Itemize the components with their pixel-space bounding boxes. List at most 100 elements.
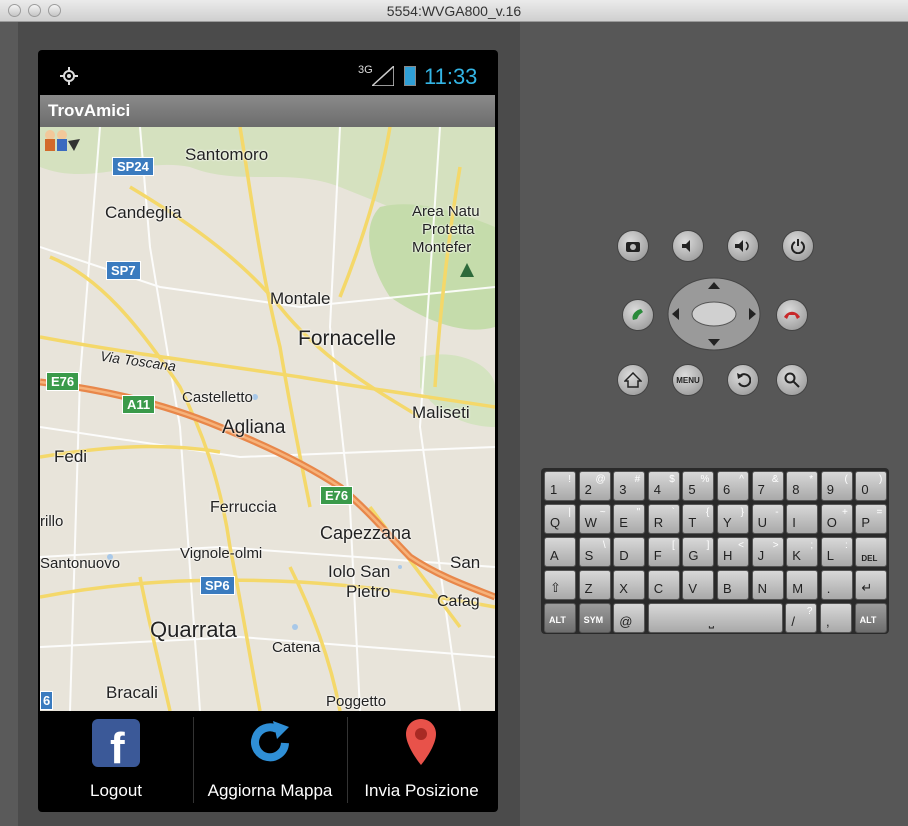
key-h[interactable]: H < xyxy=(717,537,749,567)
emulator-window: 5554:WVGA800_v.16 3G 11:33 TrovAmici San… xyxy=(0,0,908,826)
refresh-icon xyxy=(251,721,289,762)
window-title: 5554:WVGA800_v.16 xyxy=(386,3,522,19)
menu-button[interactable]: MENU xyxy=(672,364,704,396)
key-r[interactable]: R ` xyxy=(647,504,680,534)
key-alt[interactable]: ALT xyxy=(854,603,887,633)
send-position-label: Invia Posizione xyxy=(364,781,479,800)
key-space[interactable]: ⎵ xyxy=(647,603,783,633)
map-label: Fedi xyxy=(54,447,88,466)
search-icon xyxy=(784,372,800,388)
road-shield: SP24 xyxy=(112,157,154,176)
key-l[interactable]: L: xyxy=(820,537,853,567)
volume-down-icon xyxy=(682,240,690,252)
back-button[interactable] xyxy=(727,364,759,396)
dpad[interactable] xyxy=(666,276,762,352)
road-shield: E76 xyxy=(46,372,80,391)
map-label: Catena xyxy=(272,639,321,656)
key-x[interactable]: X xyxy=(613,570,646,600)
search-button[interactable] xyxy=(776,364,808,396)
key-n[interactable]: N xyxy=(751,570,784,600)
key-m[interactable]: M xyxy=(786,570,819,600)
power-button[interactable] xyxy=(782,230,814,262)
key-9[interactable]: 9( xyxy=(820,471,853,501)
map-label: San xyxy=(450,553,481,572)
key-↵[interactable]: ↵ xyxy=(855,570,888,600)
key-7[interactable]: 7 & xyxy=(751,471,784,501)
emulator-controls-panel xyxy=(520,22,908,826)
battery-icon xyxy=(404,66,416,86)
gps-icon xyxy=(60,67,78,85)
volume-up-button[interactable] xyxy=(727,230,759,262)
road-shield: E76 xyxy=(320,486,354,505)
key-⇧[interactable]: ⇧ xyxy=(544,570,576,600)
friends-marker-icon[interactable] xyxy=(40,127,80,153)
key-f[interactable]: F[ xyxy=(647,537,680,567)
camera-button[interactable] xyxy=(617,230,649,262)
key-a[interactable]: A xyxy=(544,537,576,567)
key-d[interactable]: D xyxy=(613,537,646,567)
key-o[interactable]: O + xyxy=(820,504,853,534)
key-4[interactable]: 4 $ xyxy=(647,471,680,501)
volume-down-button[interactable] xyxy=(672,230,704,262)
refresh-map-label: Aggiorna Mappa xyxy=(207,781,333,800)
logout-button[interactable]: f Logout xyxy=(40,711,192,809)
map-label: Vignole-olmi xyxy=(180,545,263,562)
svg-text:f: f xyxy=(110,724,125,767)
key-del[interactable]: DEL xyxy=(855,537,888,567)
key-.[interactable]: . xyxy=(820,570,853,600)
volume-up-icon xyxy=(735,240,749,252)
map-label: Poggetto xyxy=(326,693,387,710)
key-g[interactable]: G] xyxy=(682,537,715,567)
app-title: TrovAmici xyxy=(48,101,131,120)
key-0[interactable]: 0) xyxy=(855,471,888,501)
key-q[interactable]: Q | xyxy=(544,504,576,534)
key-j[interactable]: J > xyxy=(751,537,784,567)
key-3[interactable]: 3 # xyxy=(613,471,646,501)
key-p[interactable]: P = xyxy=(855,504,888,534)
key-2[interactable]: 2 @ xyxy=(578,471,611,501)
map-label: Montefer xyxy=(412,239,472,256)
refresh-map-button[interactable]: Aggiorna Mappa xyxy=(194,711,346,809)
map-label: Montale xyxy=(270,289,331,308)
key-e[interactable]: E " xyxy=(613,504,646,534)
back-icon xyxy=(737,373,751,388)
key-t[interactable]: T{ xyxy=(682,504,715,534)
key-v[interactable]: V xyxy=(682,570,715,600)
map-view[interactable]: Santomoro Candeglia Area Natu Protetta M… xyxy=(40,127,495,711)
key-,[interactable]: , xyxy=(820,603,852,633)
key-5[interactable]: 5% xyxy=(682,471,715,501)
home-icon xyxy=(624,372,642,388)
facebook-icon: f xyxy=(92,719,140,767)
key-w[interactable]: W ~ xyxy=(578,504,611,534)
call-button[interactable] xyxy=(622,299,654,331)
key-b[interactable]: B xyxy=(717,570,749,600)
key-@[interactable]: @ xyxy=(613,603,646,633)
map-label: Castelletto xyxy=(182,389,253,406)
home-button[interactable] xyxy=(617,364,649,396)
key-z[interactable]: Z xyxy=(578,570,611,600)
map-label: Cafag xyxy=(437,593,480,610)
key-8[interactable]: 8 * xyxy=(786,471,819,501)
key-/[interactable]: /? xyxy=(785,603,818,633)
key-1[interactable]: 1! xyxy=(544,471,576,501)
key-c[interactable]: C xyxy=(647,570,680,600)
key-k[interactable]: K; xyxy=(786,537,819,567)
bottom-action-bar: f Logout Aggiorna Mappa Invia Posizione xyxy=(40,711,495,809)
key-i[interactable]: I xyxy=(786,504,819,534)
end-call-button[interactable] xyxy=(776,299,808,331)
key-alt[interactable]: ALT xyxy=(544,603,576,633)
key-sym[interactable]: SYM xyxy=(578,603,611,633)
end-call-icon xyxy=(784,311,800,319)
send-position-button[interactable]: Invia Posizione xyxy=(348,711,495,809)
hardware-keyboard: 1! 2 @3 #4 $5% 6 ^ 7 & 8 * 9(0) Q | W ~ E " R ` T{Y} U - I O + P = A… xyxy=(541,468,889,634)
map-label: Ferruccia xyxy=(210,499,277,516)
map-label: Santomoro xyxy=(185,145,269,164)
map-label: Maliseti xyxy=(412,403,470,422)
key-s[interactable]: S \ xyxy=(578,537,611,567)
status-bar: 3G 11:33 xyxy=(40,58,495,94)
key-y[interactable]: Y} xyxy=(717,504,749,534)
map-label: Area Natu xyxy=(412,203,480,220)
key-6[interactable]: 6 ^ xyxy=(717,471,749,501)
road-shield: 6 xyxy=(40,691,54,710)
key-u[interactable]: U- xyxy=(751,504,784,534)
